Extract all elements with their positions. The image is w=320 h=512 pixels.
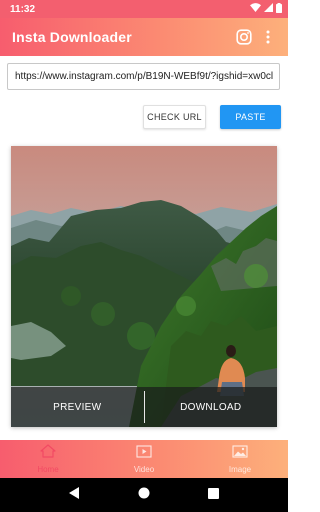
status-icons [250, 2, 282, 16]
system-nav-bar [0, 478, 288, 512]
home-circle-icon[interactable] [138, 486, 150, 504]
nav-item-video[interactable]: Video [96, 440, 192, 478]
app-title: Insta Downloader [12, 29, 132, 45]
check-url-button[interactable]: CHECK URL [143, 105, 206, 129]
app-bar: Insta Downloader [0, 18, 288, 56]
preview-button[interactable]: PREVIEW [11, 402, 144, 413]
status-time: 11:32 [10, 3, 36, 15]
status-bar: 11:32 [0, 0, 288, 18]
instagram-icon[interactable] [232, 25, 256, 49]
bottom-nav: Home Video Image [0, 440, 288, 478]
cell-signal-icon [264, 3, 273, 15]
url-input-value: https://www.instagram.com/p/B19N-WEBf9t/… [15, 71, 274, 82]
download-button[interactable]: DOWNLOAD [145, 402, 278, 413]
image-icon [232, 444, 248, 463]
card-actions: PREVIEW DOWNLOAD [11, 387, 277, 427]
more-vert-icon[interactable] [256, 25, 280, 49]
nav-label-image: Image [228, 464, 252, 474]
nav-item-image[interactable]: Image [192, 440, 288, 478]
paste-button[interactable]: PASTE [220, 105, 281, 129]
wifi-icon [250, 3, 261, 15]
post-image [11, 146, 277, 427]
url-input[interactable]: https://www.instagram.com/p/B19N-WEBf9t/… [7, 63, 280, 90]
nav-item-home[interactable]: Home [0, 440, 96, 478]
back-icon[interactable] [69, 486, 80, 504]
home-icon [40, 444, 56, 463]
recents-icon[interactable] [208, 486, 219, 504]
battery-icon [276, 2, 282, 16]
nav-label-video: Video [133, 464, 155, 474]
nav-label-home: Home [37, 465, 59, 474]
video-icon [136, 444, 152, 463]
media-preview-card: PREVIEW DOWNLOAD [11, 146, 277, 427]
